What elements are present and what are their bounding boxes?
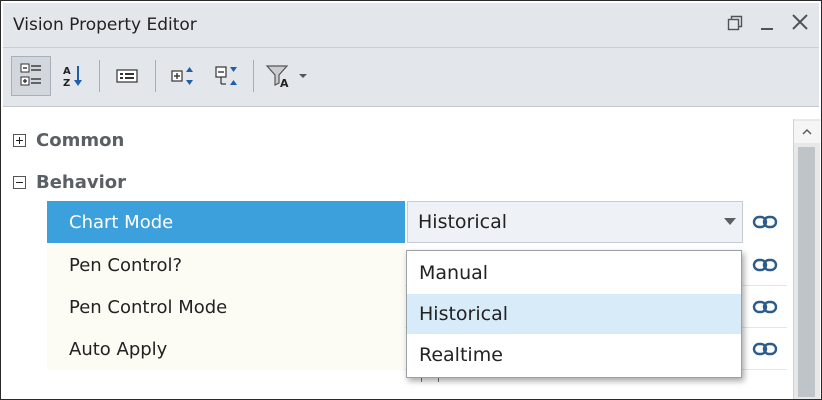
scroll-up-icon[interactable] xyxy=(794,121,820,143)
expand-all-icon xyxy=(171,67,193,85)
binding-link-icon[interactable] xyxy=(752,338,778,360)
sort-az-icon: A Z xyxy=(63,66,82,89)
collapse-all-button[interactable] xyxy=(207,56,247,96)
chevron-down-icon[interactable] xyxy=(724,218,736,225)
expand-all-button[interactable] xyxy=(163,56,203,96)
svg-text:A: A xyxy=(280,77,289,89)
combobox-value: Historical xyxy=(418,211,507,233)
property-name: Chart Mode xyxy=(47,201,405,243)
close-icon[interactable] xyxy=(791,11,809,39)
description-icon xyxy=(116,69,138,83)
svg-text:A: A xyxy=(63,66,71,77)
categorized-view-button[interactable] xyxy=(11,56,51,96)
chart-mode-combobox[interactable]: Historical xyxy=(407,201,743,243)
minimize-icon[interactable] xyxy=(759,11,775,39)
filter-icon: A xyxy=(265,65,289,89)
collapse-all-icon xyxy=(215,66,237,85)
window-title: Vision Property Editor xyxy=(13,15,197,35)
property-description-button[interactable] xyxy=(107,56,147,96)
chart-mode-dropdown-list: Manual Historical Realtime xyxy=(406,250,742,378)
binding-link-icon[interactable] xyxy=(752,211,778,233)
window-controls xyxy=(727,11,809,39)
category-label: Behavior xyxy=(36,171,127,193)
collapse-icon[interactable] xyxy=(13,175,26,189)
vertical-scrollbar[interactable] xyxy=(793,119,820,399)
property-name: Pen Control? xyxy=(47,244,405,286)
toolbar-separator xyxy=(155,60,156,92)
property-name: Auto Apply xyxy=(47,328,405,370)
category-common[interactable]: Common xyxy=(13,125,124,155)
property-name: Pen Control Mode xyxy=(47,286,405,328)
title-bar: Vision Property Editor xyxy=(3,3,819,48)
categorized-icon xyxy=(20,63,41,86)
dropdown-option-realtime[interactable]: Realtime xyxy=(407,335,741,375)
chevron-down-icon xyxy=(299,74,307,78)
property-editor-panel: Vision Property Editor A Z A Common Beha… xyxy=(0,0,822,400)
property-row-chart-mode[interactable]: Chart Mode Historical xyxy=(47,201,787,243)
expand-icon[interactable] xyxy=(13,133,26,147)
toolbar-separator xyxy=(99,60,100,92)
restore-icon[interactable] xyxy=(727,11,743,39)
category-label: Common xyxy=(36,129,125,151)
filter-dropdown-button[interactable] xyxy=(291,56,315,96)
toolbar-separator xyxy=(253,60,254,92)
dropdown-option-manual[interactable]: Manual xyxy=(407,253,741,293)
sort-alphabetical-button[interactable]: A Z xyxy=(53,56,93,96)
svg-text:Z: Z xyxy=(63,78,70,89)
dropdown-option-historical[interactable]: Historical xyxy=(407,294,741,334)
scroll-thumb[interactable] xyxy=(798,147,815,397)
toolbar: A Z A xyxy=(3,48,819,107)
binding-link-icon[interactable] xyxy=(752,296,778,318)
category-behavior[interactable]: Behavior xyxy=(13,167,126,197)
binding-link-icon[interactable] xyxy=(752,254,778,276)
